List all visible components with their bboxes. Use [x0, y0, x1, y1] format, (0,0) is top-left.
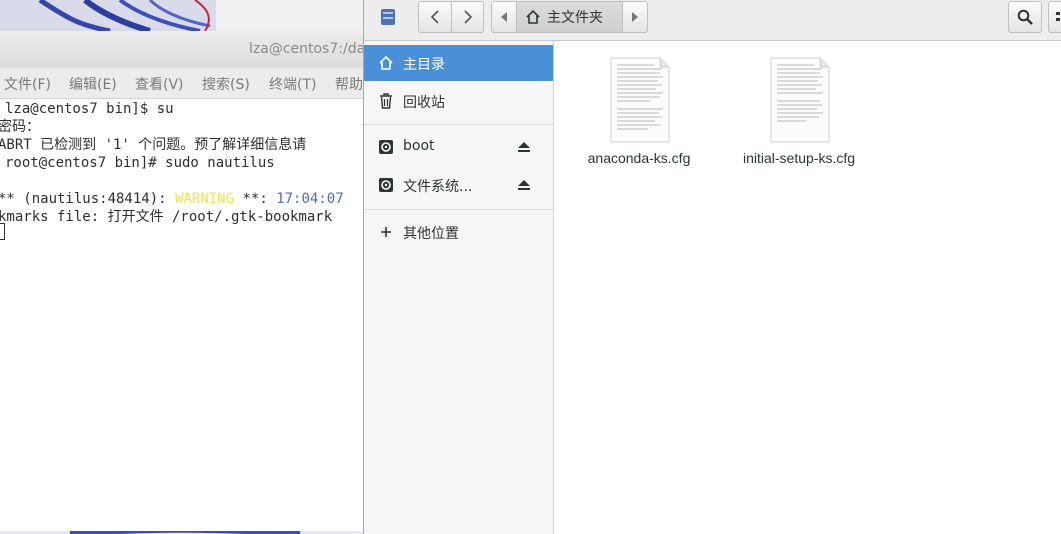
menu-dots-icon — [1056, 12, 1060, 21]
drive-icon — [379, 178, 393, 192]
home-icon — [526, 9, 540, 24]
file-manager-headerbar: 主文件夹 — [364, 0, 1061, 41]
file-name: anaconda-ks.cfg — [587, 150, 691, 166]
forward-button[interactable] — [451, 1, 484, 33]
sidebar-separator — [364, 209, 553, 210]
terminal-output[interactable]: lza@centos7 bin]$ su 密码： ABRT 已检测到 '1' 个… — [0, 99, 366, 531]
menu-search[interactable]: 搜索(S) — [202, 74, 250, 94]
path-home-button[interactable]: 主文件夹 — [516, 1, 623, 33]
terminal-cursor — [0, 223, 5, 240]
sidebar-item-label: 文件系统... — [403, 179, 473, 195]
terminal-menubar: 文件(F) 编辑(E) 查看(V) 搜索(S) 终端(T) 帮助 — [0, 68, 366, 99]
path-label: 主文件夹 — [547, 10, 603, 26]
menu-terminal[interactable]: 终端(T) — [269, 74, 316, 94]
terminal-line: lza@centos7 bin]$ su — [5, 101, 174, 117]
menu-edit[interactable]: 编辑(E) — [69, 74, 117, 94]
sidebar-item-label: 主目录 — [403, 57, 445, 73]
sidebar-item-label: 其他位置 — [403, 226, 459, 242]
chevron-left-icon — [430, 10, 439, 24]
terminal-window[interactable]: lza@centos7:/dat 文件(F) 编辑(E) 查看(V) 搜索(S)… — [0, 31, 371, 531]
search-button[interactable] — [1008, 1, 1042, 33]
file-name: initial-setup-ks.cfg — [742, 150, 856, 166]
terminal-line: root@centos7 bin]# sudo nautilus — [5, 155, 275, 171]
sidebar-item-other-locations[interactable]: 其他位置 — [364, 214, 553, 250]
sidebar-item-trash[interactable]: 回收站 — [364, 83, 553, 119]
terminal-line: ABRT 已检测到 '1' 个问题。预了解详细信息请 — [0, 137, 307, 153]
sidebar-item-boot[interactable]: boot — [364, 129, 553, 165]
menu-button[interactable] — [1048, 1, 1061, 33]
sidebar-item-home[interactable]: 主目录 — [364, 45, 553, 81]
terminal-warning-line: ** (nautilus:48414): WARNING **: 17:04:0… — [0, 190, 344, 208]
sidebar-item-label: 回收站 — [403, 95, 445, 111]
menu-view[interactable]: 查看(V) — [135, 74, 184, 94]
terminal-title: lza@centos7:/dat — [249, 41, 371, 57]
terminal-line: kmarks file: 打开文件 /root/.gtk-bookmark — [0, 209, 333, 225]
menu-file[interactable]: 文件(F) — [4, 74, 51, 94]
path-scroll-right-button[interactable] — [622, 1, 648, 33]
terminal-titlebar[interactable]: lza@centos7:/dat — [0, 31, 371, 69]
terminal-line: 密码： — [0, 119, 40, 135]
drive-icon — [379, 140, 393, 154]
eject-icon[interactable] — [517, 140, 531, 154]
warning-timestamp: 17:04:07 — [276, 191, 344, 207]
text-document-icon — [610, 57, 670, 143]
plus-icon — [381, 227, 391, 237]
sidebar-separator — [364, 124, 553, 125]
chevron-right-icon — [463, 10, 472, 24]
sidebar-toggle-button[interactable] — [372, 1, 404, 33]
bookmark-icon — [381, 9, 395, 25]
file-item[interactable]: initial-setup-ks.cfg — [724, 41, 874, 166]
file-manager-window[interactable]: 主文件夹 主目录 回收站 boot 文件系统... 其他位置 anaconda-… — [363, 0, 1061, 534]
back-button[interactable] — [418, 1, 452, 33]
sidebar-item-label: boot — [403, 138, 435, 154]
warning-prefix: ** (nautilus:48414): — [0, 191, 176, 207]
file-view[interactable]: anaconda-ks.cfg initial-setup-ks.cfg — [554, 41, 1061, 534]
places-sidebar: 主目录 回收站 boot 文件系统... 其他位置 — [364, 41, 554, 534]
chevron-left-small-icon — [501, 12, 507, 22]
warning-label: WARNING — [175, 191, 235, 207]
home-icon — [379, 55, 393, 70]
text-document-icon — [770, 57, 830, 143]
eject-icon[interactable] — [517, 178, 531, 192]
menu-help[interactable]: 帮助 — [335, 74, 363, 94]
sidebar-item-filesystem[interactable]: 文件系统... — [364, 167, 553, 203]
path-scroll-left-button[interactable] — [491, 1, 517, 33]
search-icon — [1017, 9, 1033, 25]
trash-icon — [380, 93, 392, 109]
file-item[interactable]: anaconda-ks.cfg — [564, 41, 714, 166]
warning-separator: **: — [234, 191, 277, 207]
chevron-right-small-icon — [632, 12, 638, 22]
